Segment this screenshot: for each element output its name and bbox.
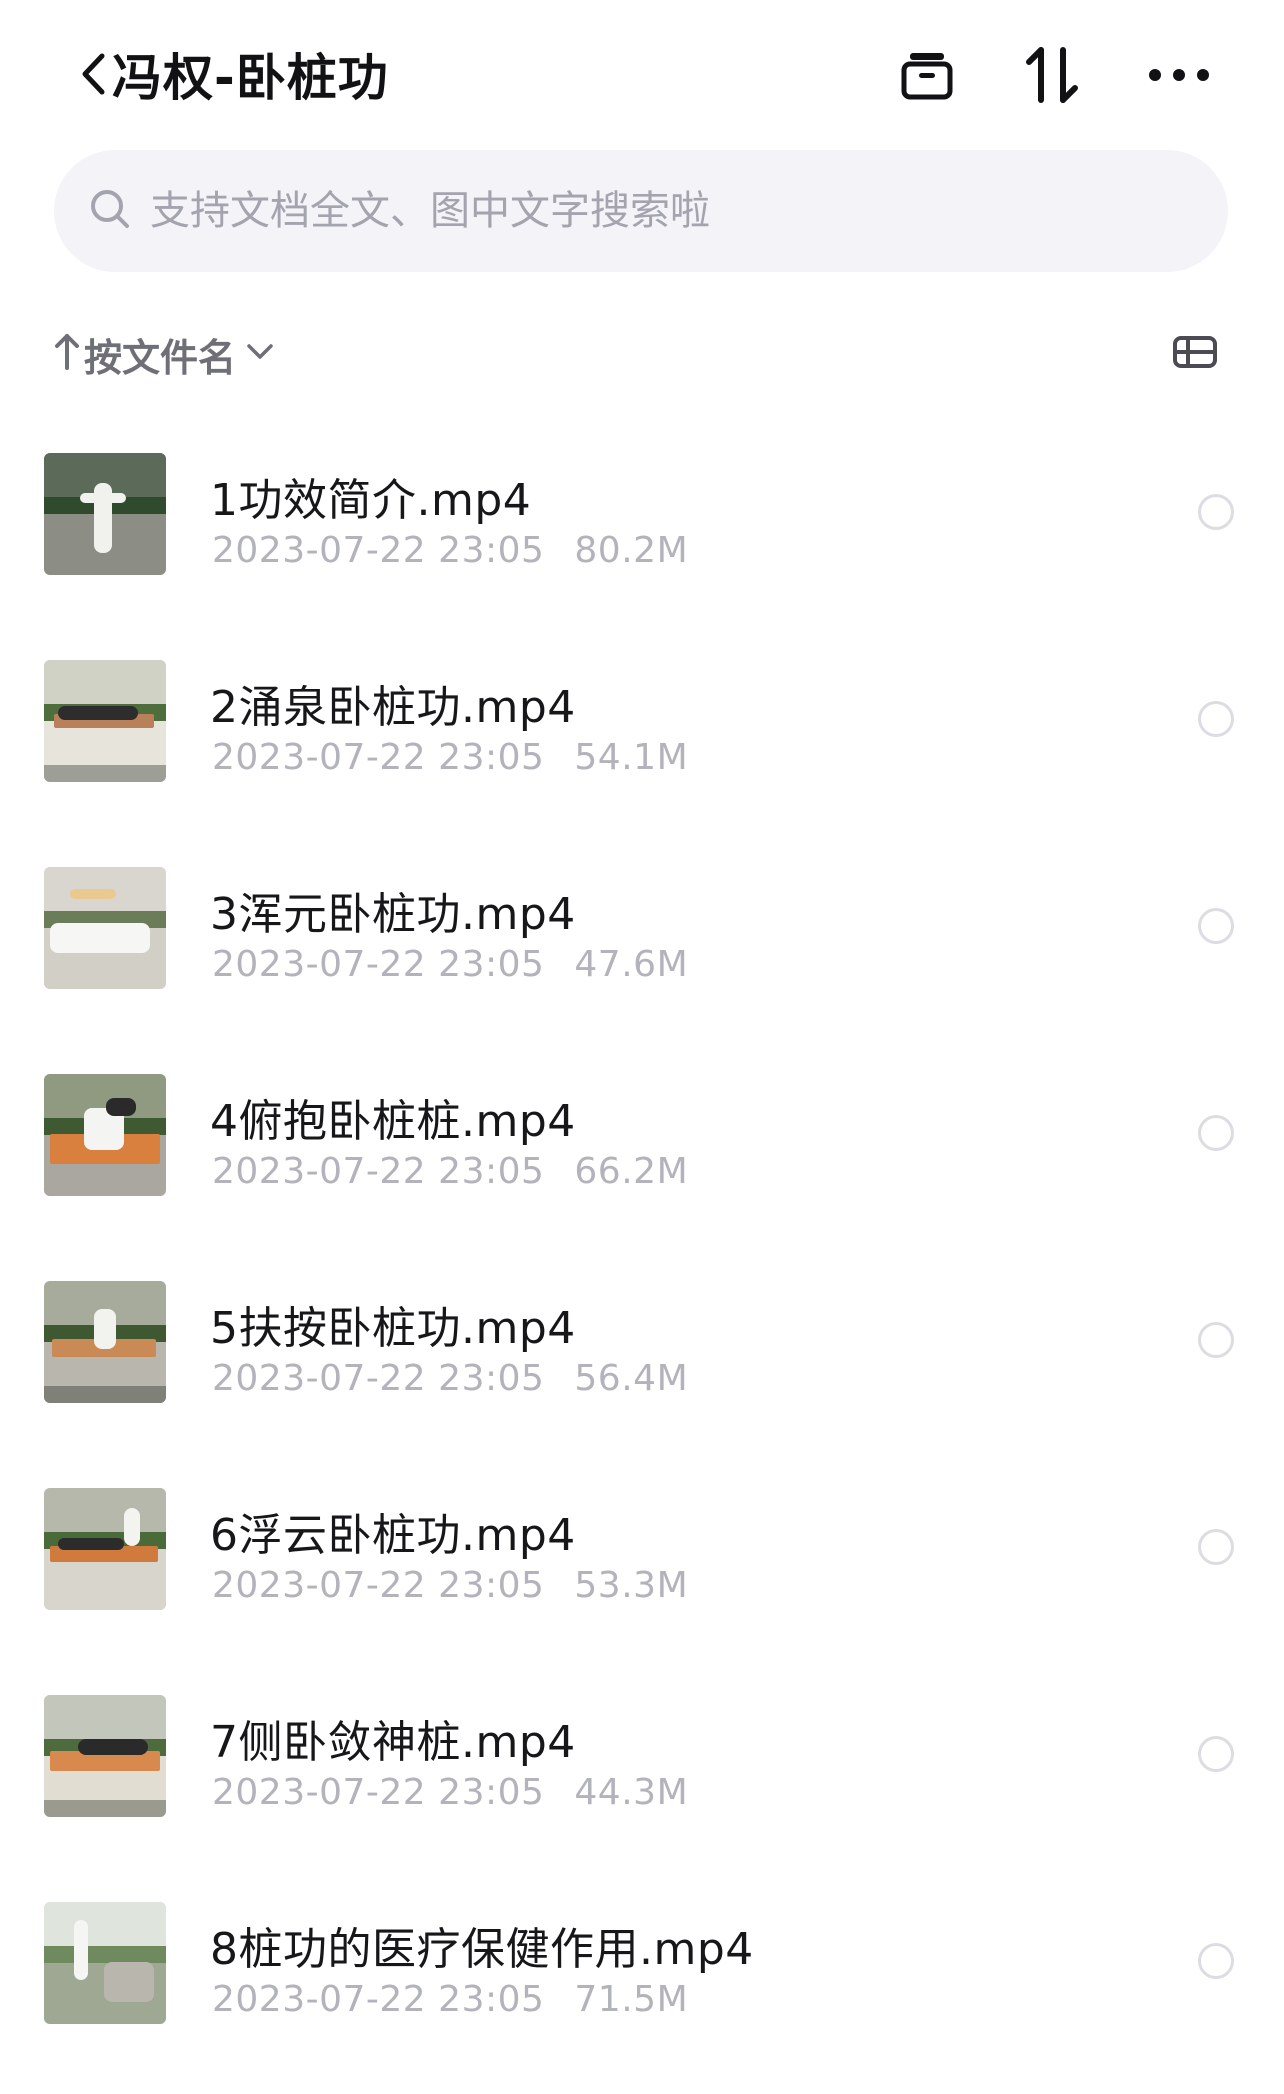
select-radio[interactable] — [1198, 1529, 1234, 1565]
file-meta: 2023-07-22 23:05 80.2M — [212, 530, 688, 571]
file-size: 66.2M — [574, 1151, 689, 1192]
file-row[interactable]: 5扶按卧桩功.mp4 2023-07-22 23:05 56.4M — [0, 1266, 1284, 1473]
file-date: 2023-07-22 23:05 — [212, 1151, 545, 1192]
search-icon — [88, 187, 132, 235]
page-title: 冯权-卧桩功 — [112, 49, 389, 107]
file-meta: 2023-07-22 23:05 71.5M — [212, 1979, 688, 2020]
file-date: 2023-07-22 23:05 — [212, 530, 545, 571]
file-list: 1功效简介.mp4 2023-07-22 23:05 80.2M 2涌泉卧桩功.m… — [0, 438, 1284, 2094]
video-thumbnail — [44, 453, 166, 575]
archive-box-icon — [899, 47, 955, 103]
file-meta: 2023-07-22 23:05 53.3M — [212, 1565, 688, 1606]
more-dots-icon — [1147, 67, 1211, 83]
file-size: 44.3M — [574, 1772, 689, 1813]
video-thumbnail — [44, 1902, 166, 2024]
arrow-up-icon — [54, 332, 80, 376]
file-name: 5扶按卧桩功.mp4 — [210, 1303, 576, 1354]
sort-bar: 按文件名 — [0, 318, 1284, 390]
select-radio[interactable] — [1198, 701, 1234, 737]
file-name: 8桩功的医疗保健作用.mp4 — [210, 1924, 754, 1975]
select-radio[interactable] — [1198, 1736, 1234, 1772]
video-thumbnail — [44, 867, 166, 989]
file-name: 4俯抱卧桩桩.mp4 — [210, 1096, 576, 1147]
video-thumbnail — [44, 1488, 166, 1610]
top-actions — [846, 40, 1224, 110]
file-name: 2涌泉卧桩功.mp4 — [210, 682, 576, 733]
list-view-icon — [1172, 335, 1218, 373]
file-meta: 2023-07-22 23:05 54.1M — [212, 737, 688, 778]
chevron-down-icon — [246, 343, 274, 365]
file-row[interactable]: 4俯抱卧桩桩.mp4 2023-07-22 23:05 66.2M — [0, 1059, 1284, 1266]
file-date: 2023-07-22 23:05 — [212, 1979, 545, 2020]
file-meta: 2023-07-22 23:05 56.4M — [212, 1358, 688, 1399]
file-meta: 2023-07-22 23:05 47.6M — [212, 944, 688, 985]
file-date: 2023-07-22 23:05 — [212, 737, 545, 778]
select-radio[interactable] — [1198, 1322, 1234, 1358]
file-row[interactable]: 7侧卧敛神桩.mp4 2023-07-22 23:05 44.3M — [0, 1680, 1284, 1887]
file-name: 7侧卧敛神桩.mp4 — [210, 1717, 576, 1768]
select-radio[interactable] — [1198, 494, 1234, 530]
video-thumbnail — [44, 1695, 166, 1817]
file-name: 1功效简介.mp4 — [210, 475, 532, 526]
select-radio[interactable] — [1198, 1115, 1234, 1151]
file-name: 3浑元卧桩功.mp4 — [210, 889, 576, 940]
file-date: 2023-07-22 23:05 — [212, 1565, 545, 1606]
more-button[interactable] — [1134, 40, 1224, 110]
sort-by-name-toggle[interactable]: 按文件名 — [54, 324, 274, 384]
video-thumbnail — [44, 1281, 166, 1403]
file-size: 56.4M — [574, 1358, 689, 1399]
sort-button[interactable] — [1008, 40, 1098, 110]
file-row[interactable]: 6浮云卧桩功.mp4 2023-07-22 23:05 53.3M — [0, 1473, 1284, 1680]
select-radio[interactable] — [1198, 908, 1234, 944]
video-thumbnail — [44, 660, 166, 782]
file-date: 2023-07-22 23:05 — [212, 1772, 545, 1813]
file-row[interactable]: 2涌泉卧桩功.mp4 2023-07-22 23:05 54.1M — [0, 645, 1284, 852]
chevron-left-icon — [80, 52, 106, 96]
select-radio[interactable] — [1198, 1943, 1234, 1979]
file-size: 80.2M — [574, 530, 689, 571]
search-input[interactable] — [150, 171, 1150, 251]
file-meta: 2023-07-22 23:05 66.2M — [212, 1151, 688, 1192]
archive-button[interactable] — [882, 40, 972, 110]
file-name: 6浮云卧桩功.mp4 — [210, 1510, 576, 1561]
file-size: 54.1M — [574, 737, 689, 778]
sort-label: 按文件名 — [84, 335, 237, 380]
file-row[interactable]: 8桩功的医疗保健作用.mp4 2023-07-22 23:05 71.5M — [0, 1887, 1284, 2094]
top-bar: 冯权-卧桩功 — [0, 0, 1284, 145]
file-date: 2023-07-22 23:05 — [212, 1358, 545, 1399]
video-thumbnail — [44, 1074, 166, 1196]
file-size: 71.5M — [574, 1979, 689, 2020]
file-size: 47.6M — [574, 944, 689, 985]
file-size: 53.3M — [574, 1565, 689, 1606]
view-mode-button[interactable] — [1160, 326, 1230, 382]
file-meta: 2023-07-22 23:05 44.3M — [212, 1772, 688, 1813]
search-bar[interactable] — [54, 150, 1228, 272]
back-button[interactable]: 冯权-卧桩功 — [80, 44, 389, 107]
sort-arrows-icon — [1023, 44, 1083, 106]
file-row[interactable]: 1功效简介.mp4 2023-07-22 23:05 80.2M — [0, 438, 1284, 645]
file-date: 2023-07-22 23:05 — [212, 944, 545, 985]
file-row[interactable]: 3浑元卧桩功.mp4 2023-07-22 23:05 47.6M — [0, 852, 1284, 1059]
